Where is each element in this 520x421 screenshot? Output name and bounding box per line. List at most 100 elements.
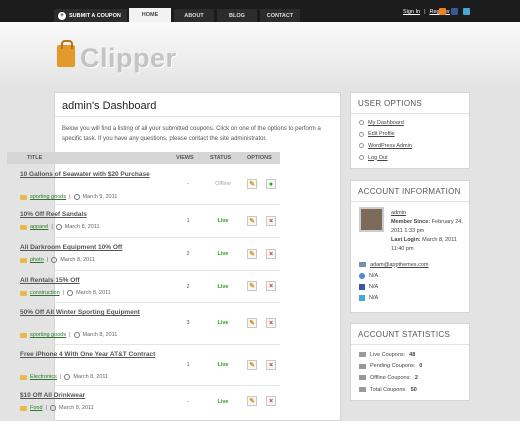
category-link[interactable]: Food (30, 405, 43, 411)
delete-icon[interactable]: × (266, 396, 276, 406)
rss-icon[interactable] (439, 8, 446, 15)
divider (351, 113, 469, 114)
table-row: All Rentals 15% Off construction | March… (7, 271, 280, 303)
bullet-icon (359, 131, 364, 137)
sign-in-link[interactable]: Sign In (403, 9, 420, 15)
folder-icon (20, 405, 27, 411)
twitter-icon[interactable] (463, 8, 470, 15)
user-options-list: My Dashboard Edit Profile WordPress Admi… (359, 117, 412, 163)
submit-coupon-button[interactable]: + SUBMIT A COUPON (54, 9, 127, 22)
email-link[interactable]: adam@appthemes.com (370, 262, 428, 268)
coupon-title-link[interactable]: 10% Off Reef Sandals (20, 209, 170, 220)
status-badge: Live (217, 284, 229, 290)
bullet-icon (359, 120, 364, 126)
nav-blog[interactable]: BLOG (217, 9, 257, 22)
column-options: OPTIONS (247, 155, 272, 161)
stat-offline: Offline Coupons: 2 (359, 372, 422, 384)
divider (55, 116, 340, 117)
coupon-title-link[interactable]: Free iPhone 4 With One Year AT&T Contrac… (20, 349, 170, 360)
meta-divider: | (46, 257, 49, 263)
meta-divider: | (69, 194, 71, 200)
edit-pencil-icon[interactable]: ✎ (247, 318, 257, 328)
menu-item-wordpress-admin[interactable]: WordPress Admin (359, 140, 412, 152)
table-row: 10 Gallons of Seawater with $20 Purchase… (7, 165, 280, 205)
coupon-views: 2 (186, 284, 190, 290)
category-link[interactable]: sporting goods (30, 332, 66, 338)
username-link[interactable]: admin (391, 209, 466, 218)
dashboard-intro: Below you will find a listing of all you… (62, 126, 321, 142)
meta-divider: | (69, 332, 71, 338)
category-link[interactable]: construction (30, 290, 60, 296)
divider (351, 201, 469, 202)
coupon-title-link[interactable]: $10 Off All Drinkwear (20, 390, 170, 401)
category-link[interactable]: Electronics (30, 374, 57, 380)
meta-divider: | (51, 224, 53, 230)
coupon-meta: apparel | March 8, 2011 (20, 224, 100, 230)
edit-pencil-icon[interactable]: ✎ (247, 216, 257, 226)
edit-pencil-icon[interactable]: ✎ (247, 281, 257, 291)
website-value: N/A (369, 272, 379, 279)
column-views: VIEWS (176, 155, 194, 161)
menu-item-log-out[interactable]: Log Out (359, 152, 412, 164)
site-logo[interactable]: Clipper (80, 43, 177, 74)
stats-list: Live Coupons: 48 Pending Coupons: 0 Offlin… (359, 349, 422, 395)
menu-item-label: My Dashboard (368, 119, 404, 126)
nav-home[interactable]: HOME (129, 8, 171, 22)
delete-icon[interactable]: × (266, 281, 276, 291)
email-icon (359, 262, 366, 267)
last-login-label: Last Login: (391, 237, 421, 243)
nav-contact[interactable]: CONTACT (260, 9, 300, 22)
menu-item-my-dashboard[interactable]: My Dashboard (359, 117, 412, 129)
facebook-icon[interactable] (451, 8, 458, 15)
folder-icon (20, 257, 27, 263)
coupon-title-link[interactable]: All Rentals 15% Off (20, 275, 170, 286)
coupon-title-link[interactable]: 50% Off All Winter Sporting Equipment (20, 307, 170, 318)
coupon-date: March 8, 2011 (60, 257, 95, 263)
coupon-meta: Food | March 8, 2011 (20, 405, 94, 411)
avatar (359, 207, 384, 232)
edit-pencil-icon[interactable]: ✎ (247, 179, 257, 189)
coupon-icon (359, 363, 366, 369)
category-link[interactable]: photo (30, 257, 44, 263)
stat-pending-label: Pending Coupons: (370, 363, 416, 370)
stat-offline-value: 2 (414, 374, 418, 381)
clock-icon (49, 405, 56, 411)
menu-item-edit-profile[interactable]: Edit Profile (359, 129, 412, 141)
coupon-title-link[interactable]: All Darkroom Equipment 10% Off (20, 242, 170, 253)
delete-icon[interactable]: × (266, 216, 276, 226)
clock-icon (73, 194, 80, 200)
stat-total-label: Total Coupons: (370, 386, 407, 393)
facebook-value: N/A (369, 283, 379, 290)
edit-pencil-icon[interactable]: ✎ (247, 396, 257, 406)
account-stats-title: ACCOUNT STATISTICS (358, 330, 451, 339)
folder-icon (20, 290, 27, 296)
coupon-title-link[interactable]: 10 Gallons of Seawater with $20 Purchase (20, 169, 170, 180)
table-header: TITLE VIEWS STATUS OPTIONS (7, 152, 280, 164)
edit-pencil-icon[interactable]: ✎ (247, 249, 257, 259)
edit-pencil-icon[interactable]: ✎ (247, 360, 257, 370)
meta-divider: | (62, 290, 65, 296)
folder-icon (20, 332, 27, 338)
delete-icon[interactable]: × (266, 249, 276, 259)
website-item: N/A (359, 270, 428, 281)
table-row: 50% Off All Winter Sporting Equipment sp… (7, 303, 280, 345)
coupon-date: March 9, 2011 (82, 194, 118, 200)
menu-item-label: WordPress Admin (368, 142, 412, 149)
coupon-date: March 8, 2011 (73, 374, 109, 380)
shopping-bag-logo-icon[interactable] (57, 40, 75, 67)
delete-icon[interactable]: × (266, 318, 276, 328)
delete-icon[interactable]: × (266, 360, 276, 370)
column-status: STATUS (210, 155, 232, 161)
coupon-icon (359, 387, 366, 393)
coupon-meta: sporting goods | March 9, 2011 (20, 194, 117, 200)
nav-about[interactable]: ABOUT (174, 9, 214, 22)
coupon-views: - (187, 399, 189, 405)
meta-divider: | (59, 374, 62, 380)
coupon-meta: photo | March 8, 2011 (20, 257, 95, 263)
submit-coupon-label: SUBMIT A COUPON (69, 12, 121, 19)
stat-offline-label: Offline Coupons: (370, 374, 411, 381)
category-link[interactable]: sporting goods (30, 194, 66, 200)
clock-icon (55, 224, 62, 230)
category-link[interactable]: apparel (30, 224, 48, 230)
activate-icon[interactable]: ● (266, 179, 276, 189)
